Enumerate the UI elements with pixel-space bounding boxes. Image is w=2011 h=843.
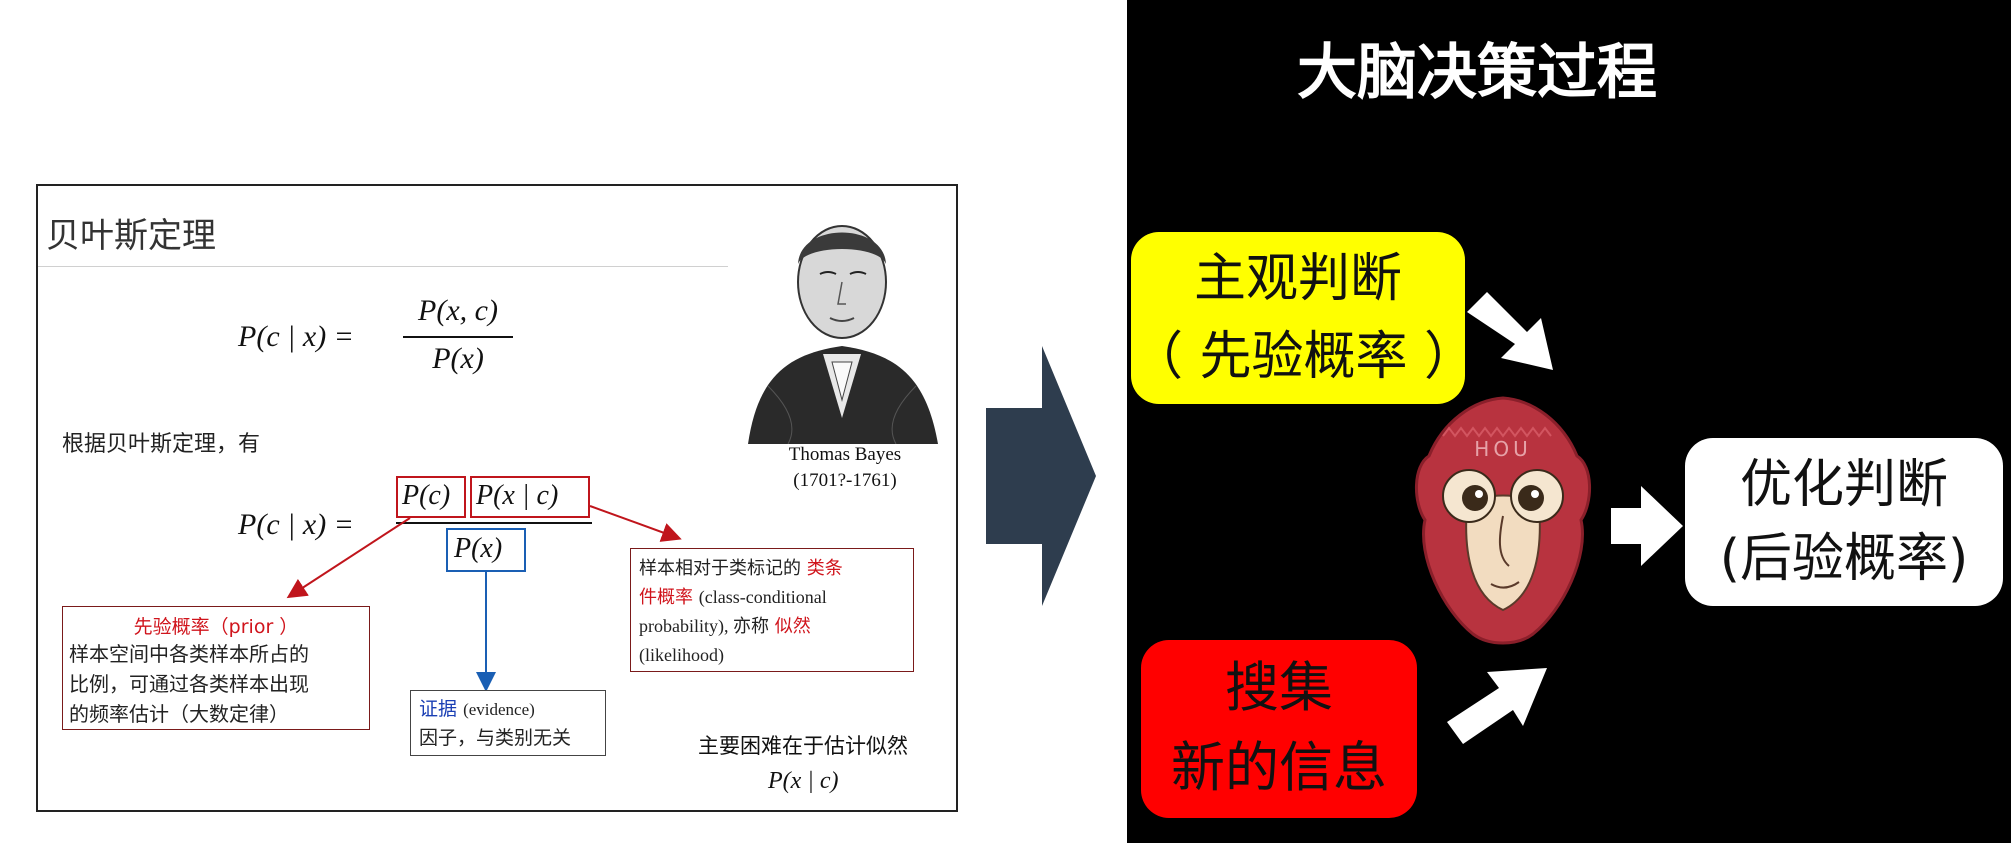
likelihood-note-text-1: 样本相对于类标记的 <box>639 558 801 579</box>
info-to-brain-arrow <box>1447 668 1547 744</box>
brain-mascot-icon: HOU <box>1414 396 1592 645</box>
info-box-line-1: 搜集 <box>1225 656 1333 719</box>
likelihood-note-red-1: 类条 <box>806 558 843 579</box>
prior-to-brain-arrow <box>1467 292 1553 370</box>
likelihood-arrow <box>589 505 682 542</box>
prior-judgment-box: 主观判断 （ 先验概率 ） <box>1131 232 1477 404</box>
thomas-bayes-portrait <box>728 186 956 444</box>
prior-note-line-3: 的频率估计（大数定律） <box>69 702 289 726</box>
prior-arrow <box>286 517 411 599</box>
evidence-note-heading: 证据 <box>419 698 458 720</box>
posterior-box-line-1: 优化判断 <box>1739 455 1948 515</box>
likelihood-note-red-3: 似然 <box>774 616 811 637</box>
bayes-slide: 贝叶斯定理 P(c | x) = P(x, c) P(x) 根据贝叶斯定理，有 … <box>36 184 958 812</box>
likelihood-note-text-2: (class-conditional <box>698 587 827 607</box>
brain-label: HOU <box>1474 437 1531 461</box>
likelihood-note-line-1: 样本相对于类标记的 类条 <box>639 555 905 583</box>
panel-title: 大脑决策过程 <box>1297 38 1657 108</box>
evidence-note-line: 因子，与类别无关 <box>419 727 572 749</box>
brain-to-posterior-arrow <box>1611 486 1683 566</box>
prior-note: 先验概率（prior ） 样本空间中各类样本所占的 比例，可通过各类样本出现 的… <box>62 606 370 730</box>
prior-note-line-1: 样本空间中各类样本所占的 <box>69 642 309 666</box>
brain-decision-panel: 大脑决策过程 主观判断 （ 先验概率 ） 搜集 新的信息 优化判断 (后验概率)… <box>1127 0 2011 843</box>
prior-box-line-1: 主观判断 <box>1193 249 1402 309</box>
collect-info-box: 搜集 新的信息 <box>1141 640 1417 818</box>
portrait-years: (1701?-1761) <box>793 470 897 491</box>
difficulty-text: 主要困难在于估计似然 <box>698 734 908 758</box>
likelihood-note-text-3: probability), 亦称 <box>639 616 769 636</box>
evidence-note: 证据 (evidence) 因子，与类别无关 <box>410 690 606 756</box>
flow-arrow <box>986 346 1096 606</box>
prior-box-line-2: （ 先验概率 ） <box>1131 327 1477 387</box>
portrait-caption: Thomas Bayes (1701?-1761) <box>750 442 940 494</box>
difficulty-formula: P(x | c) <box>768 768 839 794</box>
likelihood-note: 样本相对于类标记的 类条 件概率 (class-conditional prob… <box>630 548 914 672</box>
likelihood-note-red-2: 件概率 <box>639 587 693 608</box>
portrait-name: Thomas Bayes <box>788 444 902 465</box>
posterior-box-line-2: (后验概率) <box>1719 529 1969 589</box>
info-box-line-2: 新的信息 <box>1171 736 1387 799</box>
evidence-note-heading-en: (evidence) <box>463 700 535 719</box>
likelihood-note-line-2: 件概率 (class-conditional <box>639 583 905 612</box>
prior-note-line-2: 比例，可通过各类样本出现 <box>69 672 309 696</box>
likelihood-note-line-4: (likelihood) <box>639 645 724 665</box>
posterior-judgment-box: 优化判断 (后验概率) <box>1685 438 2003 606</box>
prior-note-heading: 先验概率（prior ） <box>133 616 299 638</box>
evidence-note-heading-line: 证据 (evidence) <box>419 695 597 724</box>
likelihood-note-line-3: probability), 亦称 似然 <box>639 612 905 641</box>
